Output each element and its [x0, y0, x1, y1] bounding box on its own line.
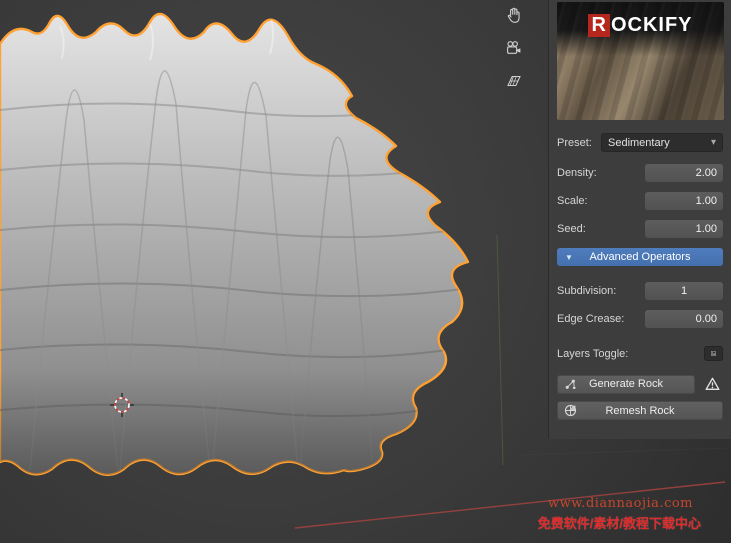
grid-icon [505, 72, 523, 90]
edge-crease-row: Edge Crease: 0.00 [557, 310, 723, 328]
seed-field[interactable]: 1.00 [645, 220, 723, 238]
layers-toggle-button[interactable] [704, 346, 723, 361]
remesh-row: Remesh Rock [557, 401, 723, 420]
density-field[interactable]: 2.00 [645, 164, 723, 182]
axis-y-green [497, 235, 503, 465]
rockify-logo: ROCKIFY [557, 14, 724, 37]
addon-preview-image: ROCKIFY [557, 2, 724, 120]
subdivision-row: Subdivision: 1 [557, 282, 723, 300]
grid-ortho-button[interactable] [499, 68, 529, 94]
watermark-url: www.diannaojia.com [548, 496, 693, 511]
generate-rock-label: Generate Rock [564, 378, 688, 390]
subdivision-field[interactable]: 1 [645, 282, 723, 300]
warning-icon [701, 374, 723, 394]
blender-window: www.diannaojia.com 免费软件/素材/教程下载中心 ROCKIF… [0, 0, 731, 543]
edge-crease-field[interactable]: 0.00 [645, 310, 723, 328]
remesh-rock-label: Remesh Rock [564, 405, 716, 417]
watermark-caption: 免费软件/素材/教程下载中心 [538, 513, 701, 532]
camera-view-button[interactable] [499, 35, 529, 61]
seed-label: Seed: [557, 223, 645, 235]
advanced-operators-button[interactable]: ▼ Advanced Operators [557, 248, 723, 266]
seed-row: Seed: 1.00 [557, 220, 723, 238]
viewport-toolbar [499, 2, 529, 94]
layers-toggle-row: Layers Toggle: [557, 346, 723, 361]
preset-label: Preset: [557, 137, 601, 149]
generate-rock-button[interactable]: Generate Rock [557, 375, 695, 394]
density-label: Density: [557, 167, 645, 179]
preset-dropdown[interactable]: Sedimentary ▾ [601, 133, 723, 152]
hand-icon [505, 6, 523, 24]
preset-value: Sedimentary [608, 137, 711, 149]
chevron-down-icon: ▾ [711, 137, 716, 148]
rockify-panel: ROCKIFY Preset: Sedimentary ▾ Density: 2… [548, 0, 731, 439]
layers-texture-icon [711, 349, 716, 358]
layers-toggle-label: Layers Toggle: [557, 348, 704, 360]
subdivision-label: Subdivision: [557, 285, 645, 297]
logo-r-badge: R [588, 14, 609, 37]
logo-rest: OCKIFY [611, 14, 693, 36]
scale-field[interactable]: 1.00 [645, 192, 723, 210]
camera-icon [505, 39, 523, 57]
remesh-sphere-icon [564, 404, 577, 420]
edge-crease-label: Edge Crease: [557, 313, 645, 325]
particles-icon [564, 378, 577, 394]
generate-row: Generate Rock [557, 374, 723, 394]
preset-row: Preset: Sedimentary ▾ [557, 133, 723, 152]
scale-label: Scale: [557, 195, 645, 207]
caret-down-icon: ▼ [565, 253, 573, 262]
density-row: Density: 2.00 [557, 164, 723, 182]
scale-row: Scale: 1.00 [557, 192, 723, 210]
rock-mesh[interactable] [0, 14, 520, 480]
remesh-rock-button[interactable]: Remesh Rock [557, 401, 723, 420]
hand-tool-button[interactable] [499, 2, 529, 28]
advanced-operators-label: Advanced Operators [563, 251, 717, 263]
